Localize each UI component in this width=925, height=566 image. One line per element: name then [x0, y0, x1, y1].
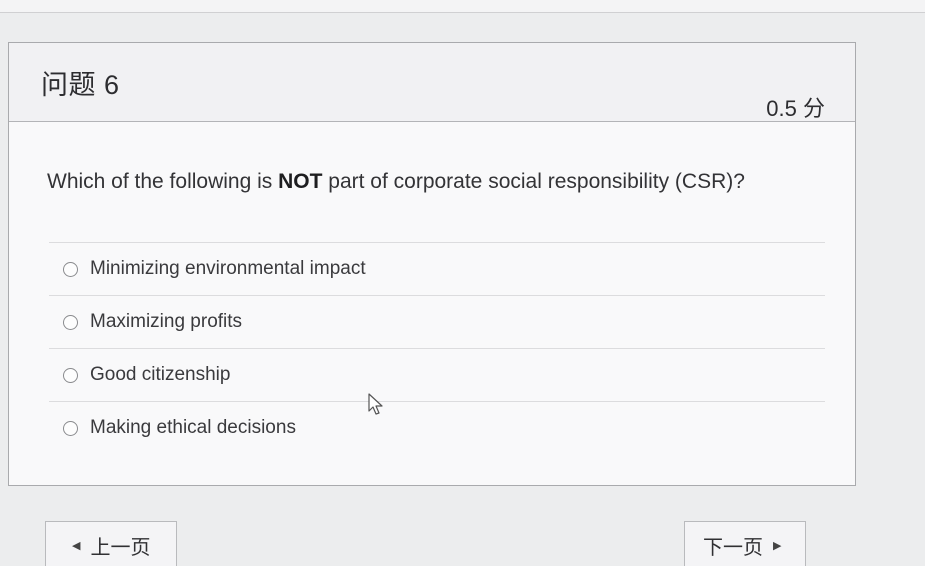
question-header: 问题 6 0.5 分 [9, 43, 855, 122]
answer-option-2[interactable]: Maximizing profits [49, 295, 825, 348]
triangle-right-icon: ▶ [773, 539, 782, 552]
mouse-pointer-icon [368, 393, 383, 415]
answer-label: Maximizing profits [90, 311, 243, 332]
answer-label: Good citizenship [90, 364, 231, 385]
answer-option-3[interactable]: Good citizenship [49, 348, 825, 401]
question-body: Which of the following is NOT part of co… [9, 122, 855, 485]
triangle-left-icon: ◀ [72, 539, 81, 552]
answer-label: Minimizing environmental impact [90, 258, 366, 279]
answer-label: Making ethical decisions [90, 417, 296, 438]
question-text-end: part of corporate social responsibility … [322, 170, 745, 193]
radio-button[interactable] [63, 367, 78, 383]
radio-button[interactable] [63, 261, 78, 277]
next-page-button[interactable]: 下一页 ▶ [684, 521, 806, 566]
radio-button[interactable] [63, 314, 78, 330]
top-strip [0, 0, 925, 13]
question-text: Which of the following is NOT part of co… [47, 170, 745, 194]
question-panel: 问题 6 0.5 分 Which of the following is NOT… [8, 42, 856, 486]
previous-page-button[interactable]: ◀ 上一页 [45, 521, 177, 566]
question-text-start: Which of the following is [47, 170, 279, 193]
next-page-label: 下一页 [703, 536, 763, 559]
question-title: 问题 6 [41, 70, 120, 100]
answer-option-1[interactable]: Minimizing environmental impact [49, 242, 825, 295]
previous-page-label: 上一页 [90, 536, 151, 559]
radio-button[interactable] [63, 420, 78, 436]
question-text-emphasis: NOT [278, 170, 323, 193]
answer-list: Minimizing environmental impact Maximizi… [49, 242, 825, 454]
answer-option-4[interactable]: Making ethical decisions [49, 401, 825, 454]
question-points: 0.5 分 [766, 96, 825, 121]
